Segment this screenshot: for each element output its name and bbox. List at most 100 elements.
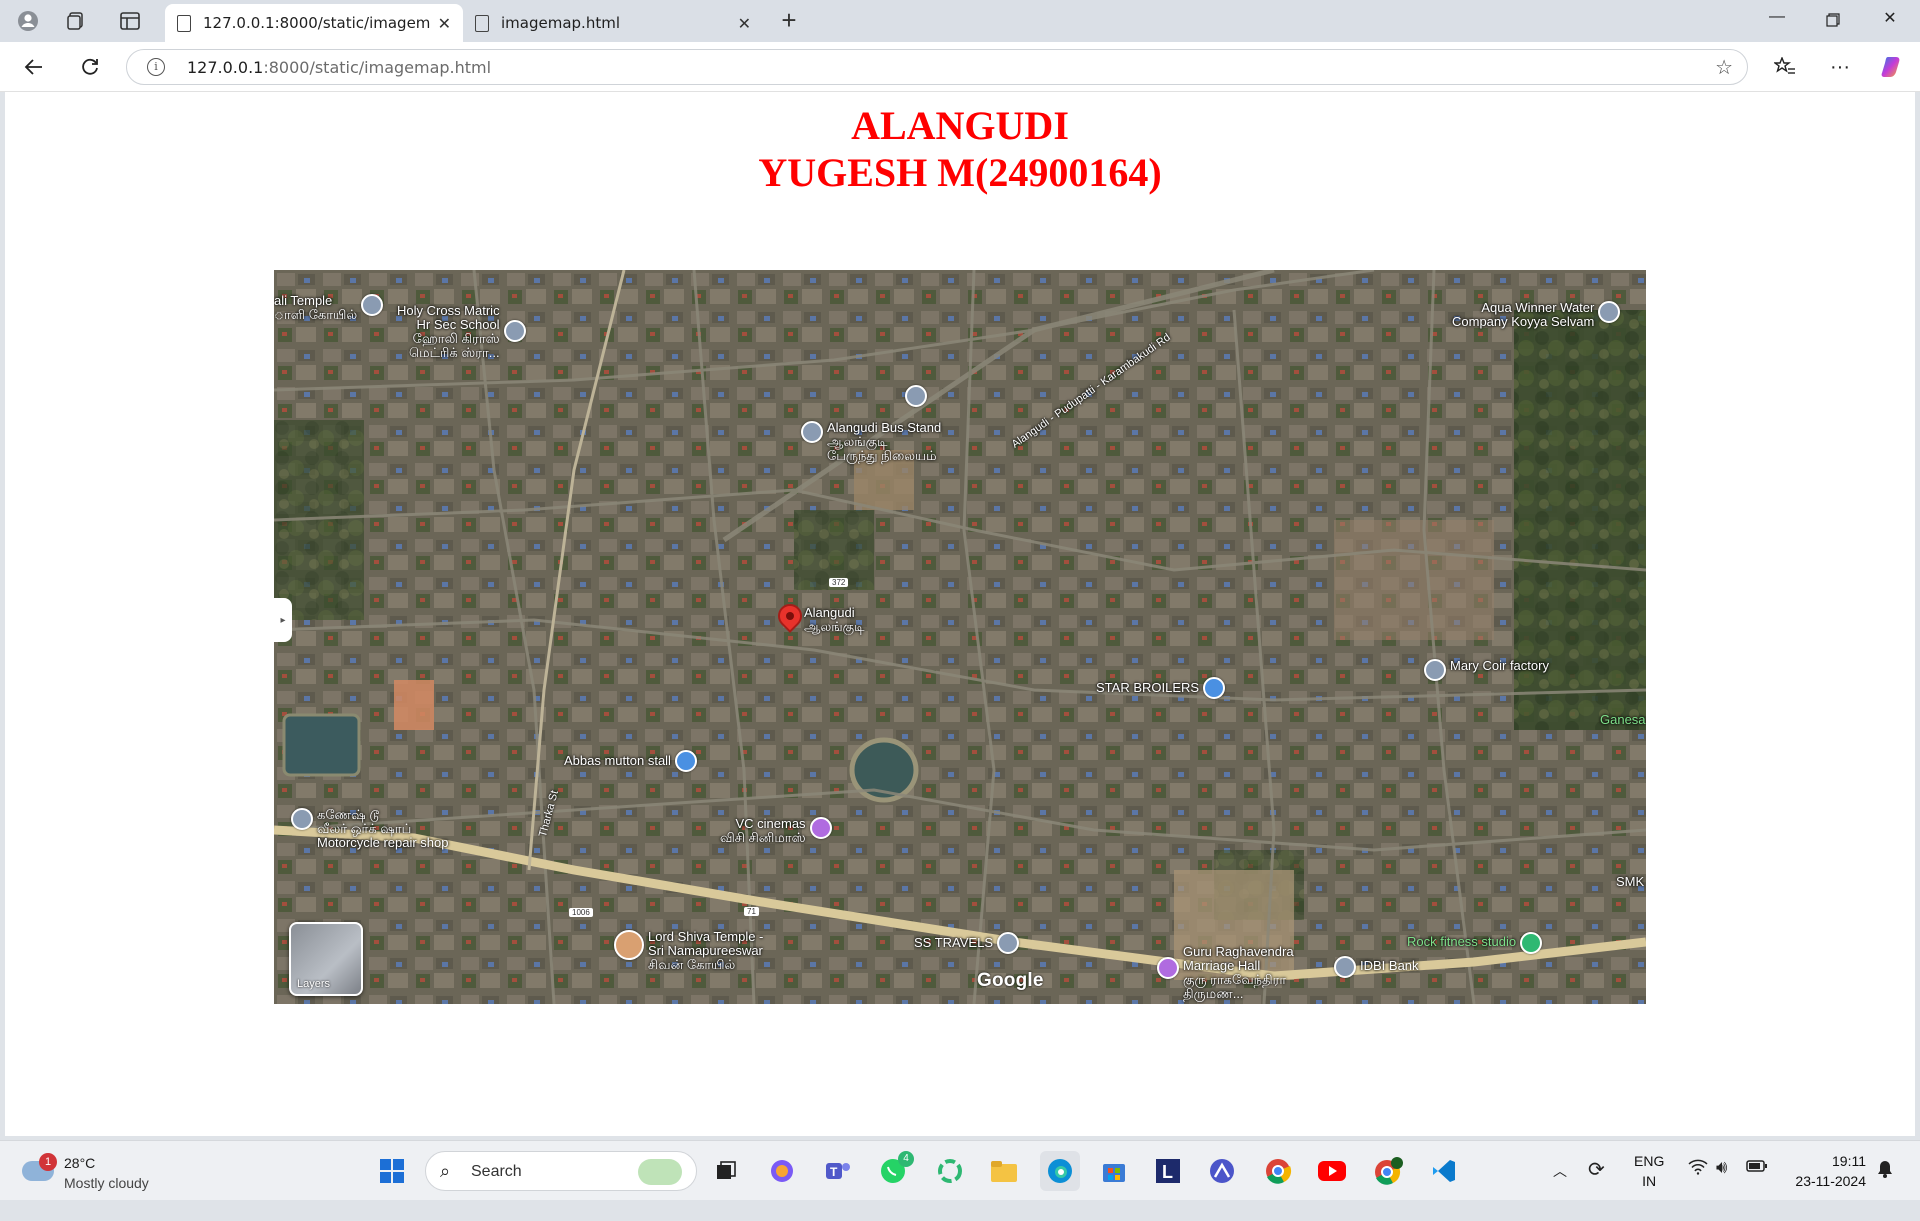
whatsapp-badge: 4	[898, 1151, 914, 1167]
chrome-icon[interactable]	[1258, 1151, 1298, 1191]
arc-app-icon[interactable]	[1202, 1151, 1242, 1191]
poi-label: VC cinemas விசி சினிமாஸ்	[720, 816, 806, 845]
poi-label: Abbas mutton stall	[564, 753, 671, 768]
road-shield-372: 372	[829, 578, 849, 587]
tab-actions-icon[interactable]	[116, 7, 144, 35]
file-explorer-icon[interactable]	[984, 1151, 1024, 1191]
layers-button[interactable]: Layers	[289, 922, 363, 996]
whatsapp-icon[interactable]: 4	[874, 1151, 914, 1191]
heading-place: ALANGUDI	[851, 103, 1069, 148]
volume-icon[interactable]: 🔊︎	[1716, 1157, 1727, 1217]
site-info-icon[interactable]: i	[147, 58, 165, 76]
new-tab-button[interactable]: +	[773, 7, 805, 35]
layers-label: Layers	[297, 978, 331, 990]
favorites-icon[interactable]	[1769, 52, 1801, 82]
system-clock[interactable]: 19:11 23-11-2024	[1795, 1151, 1866, 1191]
url-text[interactable]: 127.0.0.1:8000/static/imagemap.html	[187, 58, 491, 77]
poi-vc-cinemas[interactable]: VC cinemas விசி சினிமாஸ்	[720, 817, 832, 845]
close-tab-icon[interactable]: ✕	[438, 14, 451, 33]
fitness-marker-icon	[1520, 932, 1543, 954]
satellite-imagery	[274, 270, 1646, 1004]
poi-label: SS TRAVELS	[914, 935, 993, 950]
copilot-icon[interactable]	[1877, 52, 1909, 82]
poi-holy-cross-school[interactable]: Holy Cross Matric Hr Sec School ஹோலி கிர…	[397, 304, 526, 360]
refresh-button[interactable]	[74, 52, 106, 82]
microsoft-store-icon[interactable]	[1094, 1151, 1134, 1191]
sync-app-icon[interactable]	[930, 1151, 970, 1191]
svg-text:T: T	[830, 1165, 838, 1179]
teams-icon[interactable]: T	[818, 1151, 858, 1191]
navigation-bar: i 127.0.0.1:8000/static/imagemap.html ☆ …	[0, 42, 1920, 92]
poi-alangudi-bus-stand[interactable]: Alangudi Bus Stand ஆலங்குடி பேருந்து நில…	[801, 421, 941, 463]
restore-button[interactable]	[1813, 8, 1853, 34]
taskbar-search[interactable]: ⌕ Search	[425, 1151, 697, 1191]
poi-ss-travels[interactable]: SS TRAVELS	[914, 932, 1019, 954]
poi-label: Alangudi Bus Stand ஆலங்குடி பேருந்து நில…	[827, 420, 942, 463]
close-window-button[interactable]: ✕	[1870, 8, 1910, 34]
hall-marker-icon	[1157, 957, 1179, 979]
poi-lord-shiva-temple[interactable]: Lord Shiva Temple - Sri Namapureeswar சி…	[614, 930, 763, 972]
poi-ganesh-motorcycle-repair[interactable]: கணேஷ் டூ வீலர் ஒர்க் ஷாப் Motorcycle rep…	[291, 808, 449, 850]
poi-label: Lord Shiva Temple - Sri Namapureeswar சி…	[648, 929, 764, 972]
minimize-button[interactable]: —	[1757, 8, 1797, 34]
profile-icon[interactable]	[14, 7, 42, 35]
tab-imagemap[interactable]: imagemap.html ✕	[463, 4, 763, 42]
tab-title: imagemap.html	[501, 14, 620, 32]
place-marker-icon	[291, 808, 313, 830]
satellite-image-map[interactable]: Alangudi - Pudupatti - Karambakudi Rd Th…	[274, 270, 1646, 1004]
close-tab-icon[interactable]: ✕	[738, 14, 751, 33]
poi-alangudi[interactable]: Alangudi ஆலங்குடி	[804, 606, 864, 634]
sync-status-icon[interactable]: ⟳	[1588, 1157, 1605, 1217]
browser-title-bar: 127.0.0.1:8000/static/imagemap.h ✕ image…	[0, 0, 1920, 42]
poi-ganesa[interactable]: Ganesa	[1600, 713, 1646, 727]
poi-idbi-bank[interactable]: IDBI Bank	[1334, 956, 1419, 978]
language-code: ENG	[1634, 1153, 1665, 1169]
region-code: IN	[1642, 1173, 1657, 1189]
poi-abbas-mutton-stall[interactable]: Abbas mutton stall	[564, 750, 697, 772]
place-marker-icon	[1598, 301, 1621, 323]
page-icon	[475, 14, 489, 32]
weather-condition: Mostly cloudy	[64, 1175, 149, 1191]
tab-imagemap-active[interactable]: 127.0.0.1:8000/static/imagemap.h ✕	[165, 4, 463, 42]
weather-temperature: 28°C	[64, 1155, 96, 1171]
temple-photo-icon	[614, 930, 644, 960]
poi-kali-temple[interactable]: ali Temple ாளி கோயில்	[274, 294, 384, 322]
poi-star-broilers[interactable]: STAR BROILERS	[1096, 677, 1226, 699]
road-shield-71: 71	[744, 907, 759, 916]
expand-panel-button[interactable]: ▸	[274, 598, 292, 642]
poi-aqua-winner[interactable]: Aqua Winner Water Company Koyya Selvam	[1452, 301, 1621, 329]
poi-guru-raghavendra-hall[interactable]: Guru Raghavendra Marriage Hall குரு ராகவ…	[1157, 945, 1294, 1001]
input-language[interactable]: ENG IN	[1634, 1151, 1664, 1191]
more-menu-icon[interactable]: ···	[1824, 52, 1856, 82]
school-marker-icon	[905, 385, 927, 407]
back-button[interactable]	[18, 52, 50, 82]
battery-icon[interactable]	[1746, 1159, 1768, 1219]
youtube-icon[interactable]	[1312, 1151, 1352, 1191]
poi-rock-fitness-studio[interactable]: Rock fitness studio	[1407, 932, 1543, 954]
notification-bell-icon[interactable]	[1876, 1159, 1894, 1219]
start-button[interactable]	[372, 1151, 412, 1191]
search-highlight-icon	[638, 1159, 682, 1185]
copilot-app-icon[interactable]	[762, 1151, 802, 1191]
weather-widget[interactable]: 1 28°C Mostly cloudy	[22, 1151, 182, 1193]
shop-marker-icon	[1203, 677, 1226, 699]
wifi-icon[interactable]	[1688, 1159, 1708, 1219]
vscode-icon[interactable]	[1424, 1151, 1464, 1191]
show-hidden-icons-icon[interactable]: ︿	[1553, 1161, 1567, 1221]
favorite-star-icon[interactable]: ☆	[1715, 55, 1733, 80]
address-bar[interactable]: i 127.0.0.1:8000/static/imagemap.html ☆	[126, 49, 1748, 85]
poi-mary-coir-factory[interactable]: Mary Coir factory	[1424, 659, 1549, 681]
clock-time: 19:11	[1832, 1153, 1866, 1169]
poi-school-marker[interactable]	[905, 385, 927, 407]
task-view-icon[interactable]	[706, 1151, 746, 1191]
road-shield-1006: 1006	[569, 908, 593, 917]
place-marker-icon	[1424, 659, 1446, 681]
notification-badge: 1	[39, 1153, 57, 1171]
l-app-icon[interactable]: L	[1148, 1151, 1188, 1191]
poi-smk[interactable]: SMK	[1616, 875, 1644, 889]
chrome-profile-icon[interactable]	[1368, 1151, 1408, 1191]
poi-label: Holy Cross Matric Hr Sec School ஹோலி கிர…	[397, 303, 500, 360]
edge-browser-icon[interactable]	[1040, 1151, 1080, 1191]
workspaces-icon[interactable]	[62, 7, 90, 35]
poi-label: Guru Raghavendra Marriage Hall குரு ராகவ…	[1183, 944, 1294, 1001]
